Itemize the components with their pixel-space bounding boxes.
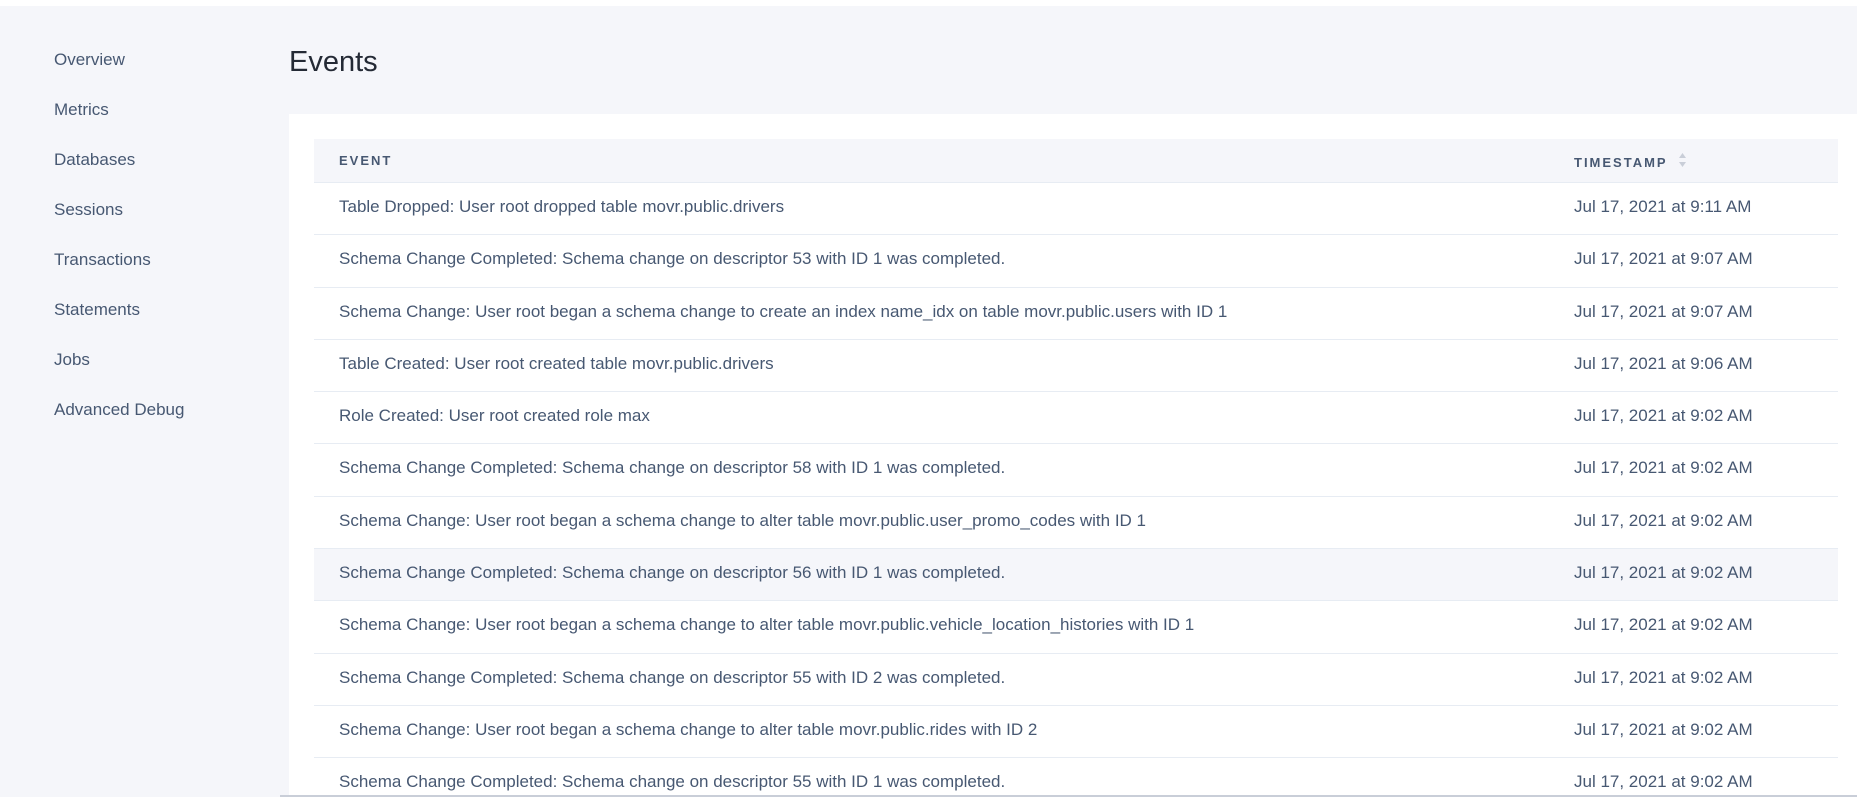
table-row[interactable]: Schema Change Completed: Schema change o…	[314, 235, 1838, 288]
column-header-timestamp-label: TIMESTAMP	[1574, 154, 1668, 170]
event-cell: Schema Change Completed: Schema change o…	[339, 772, 1006, 792]
table-row[interactable]: Schema Change: User root began a schema …	[314, 497, 1838, 550]
event-cell: Table Dropped: User root dropped table m…	[339, 197, 785, 216]
event-cell: Role Created: User root created role max	[339, 406, 650, 426]
table-row[interactable]: Role Created: User root created role max…	[314, 392, 1838, 445]
events-table: EVENT TIMESTAMP Table Dropped: User root…	[314, 139, 1838, 797]
table-row[interactable]: Table Created: User root created table m…	[314, 340, 1838, 393]
timestamp-cell: Jul 17, 2021 at 9:02 AM	[1574, 615, 1753, 635]
timestamp-cell: Jul 17, 2021 at 9:02 AM	[1574, 510, 1753, 530]
sidebar-item-sessions[interactable]: Sessions	[54, 200, 123, 220]
event-cell: Schema Change Completed: Schema change o…	[339, 667, 1006, 687]
event-cell: Schema Change Completed: Schema change o…	[339, 563, 1006, 583]
timestamp-cell: Jul 17, 2021 at 9:11 AM	[1574, 197, 1752, 216]
table-row[interactable]: Schema Change Completed: Schema change o…	[314, 444, 1838, 497]
sidebar-item-statements[interactable]: Statements	[54, 300, 140, 320]
table-row[interactable]: Schema Change: User root began a schema …	[314, 706, 1838, 759]
table-row[interactable]: Schema Change Completed: Schema change o…	[314, 549, 1838, 602]
timestamp-cell: Jul 17, 2021 at 9:07 AM	[1574, 249, 1753, 269]
timestamp-cell: Jul 17, 2021 at 9:02 AM	[1574, 772, 1753, 792]
table-body: Table Dropped: User root dropped table m…	[314, 183, 1838, 797]
timestamp-cell: Jul 17, 2021 at 9:02 AM	[1574, 563, 1753, 583]
timestamp-cell: Jul 17, 2021 at 9:07 AM	[1574, 301, 1753, 321]
timestamp-cell: Jul 17, 2021 at 9:02 AM	[1574, 406, 1753, 426]
table-row[interactable]: Schema Change Completed: Schema change o…	[314, 654, 1838, 706]
timestamp-cell: Jul 17, 2021 at 9:02 AM	[1574, 458, 1753, 478]
sidebar-item-overview[interactable]: Overview	[54, 50, 125, 70]
sidebar-item-advanced-debug[interactable]: Advanced Debug	[54, 400, 184, 420]
timestamp-cell: Jul 17, 2021 at 9:02 AM	[1574, 667, 1753, 687]
page-title: Events	[289, 46, 378, 78]
sidebar-nav: Overview Metrics Databases Sessions Tran…	[0, 6, 289, 797]
events-panel: EVENT TIMESTAMP Table Dropped: User root…	[289, 114, 1857, 797]
table-row[interactable]: Table Dropped: User root dropped table m…	[314, 183, 1838, 236]
sidebar-item-transactions[interactable]: Transactions	[54, 250, 151, 270]
timestamp-cell: Jul 17, 2021 at 9:02 AM	[1574, 719, 1753, 739]
table-row[interactable]: Schema Change Completed: Schema change o…	[314, 758, 1838, 797]
event-cell: Schema Change Completed: Schema change o…	[339, 249, 1006, 269]
event-cell: Schema Change: User root began a schema …	[339, 719, 1038, 739]
table-row[interactable]: Schema Change: User root began a schema …	[314, 288, 1838, 340]
sidebar-item-databases[interactable]: Databases	[54, 150, 135, 170]
column-header-timestamp[interactable]: TIMESTAMP	[1574, 153, 1687, 174]
event-cell: Schema Change: User root began a schema …	[339, 510, 1147, 530]
table-header: EVENT TIMESTAMP	[314, 139, 1838, 183]
event-cell: Schema Change: User root began a schema …	[339, 301, 1228, 321]
event-cell: Schema Change: User root began a schema …	[339, 615, 1195, 635]
event-cell: Schema Change Completed: Schema change o…	[339, 458, 1006, 478]
table-row[interactable]: Schema Change: User root began a schema …	[314, 601, 1838, 654]
column-header-event[interactable]: EVENT	[339, 153, 392, 168]
sidebar-item-jobs[interactable]: Jobs	[54, 350, 90, 370]
event-cell: Table Created: User root created table m…	[339, 353, 774, 373]
sidebar-item-metrics[interactable]: Metrics	[54, 100, 109, 120]
sort-updown-icon[interactable]	[1678, 151, 1687, 172]
timestamp-cell: Jul 17, 2021 at 9:06 AM	[1574, 353, 1753, 373]
